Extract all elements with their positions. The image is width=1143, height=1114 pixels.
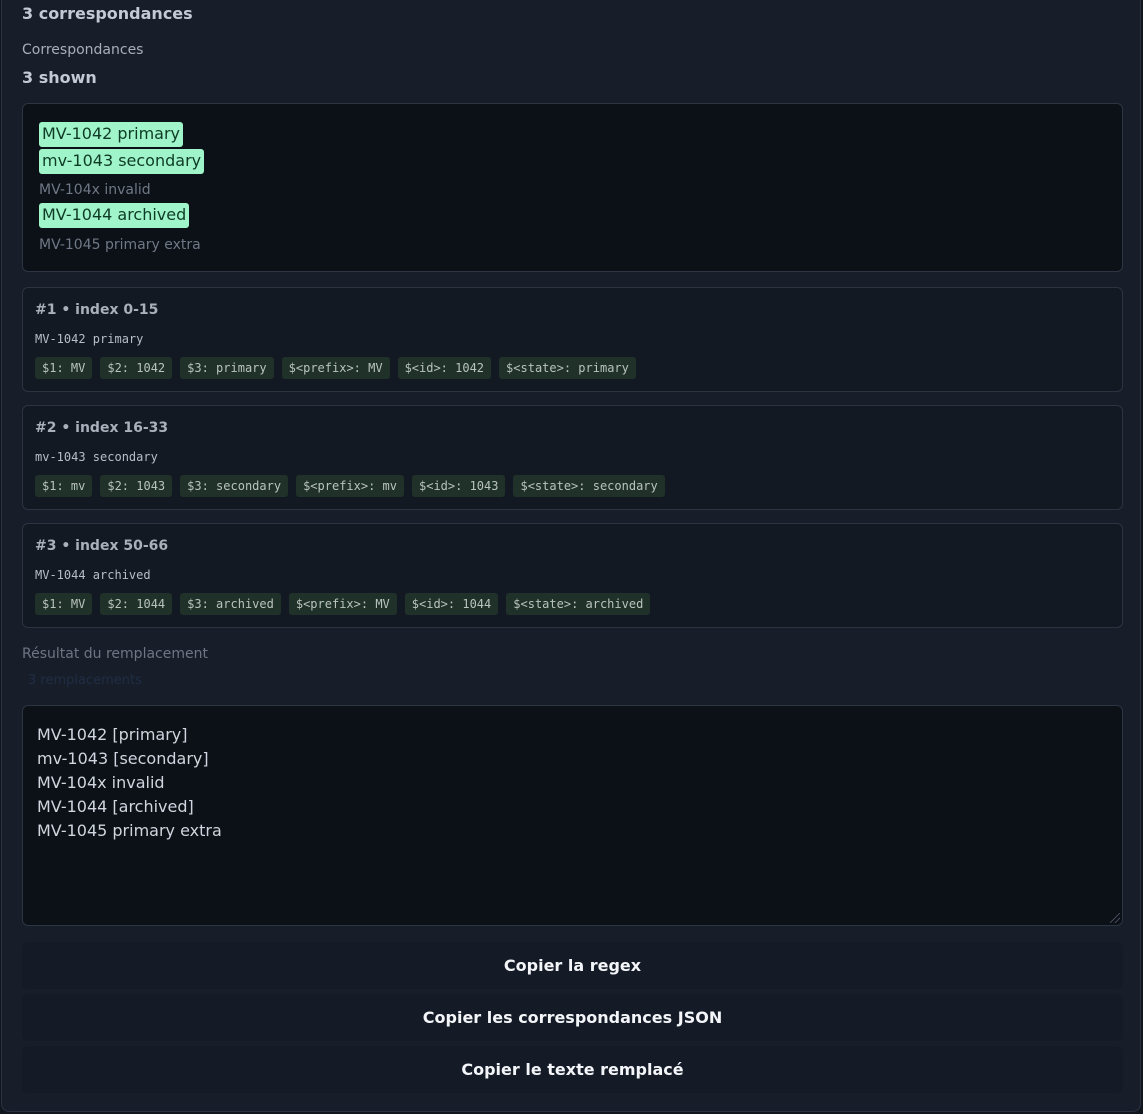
capture-groups: $1: mv $2: 1043 $3: secondary $<prefix>:…: [35, 475, 665, 497]
capture-group-chip: $<prefix>: MV: [288, 593, 397, 615]
match-count-summary: 3 correspondances: [22, 4, 193, 23]
capture-group-chip: $<id>: 1042: [397, 357, 492, 379]
copy-replaced-text-button[interactable]: Copier le texte remplacé: [22, 1046, 1123, 1093]
capture-groups: $1: MV $2: 1044 $3: archived $<prefix>: …: [35, 593, 651, 615]
replacement-count-note: 3 remplacements: [28, 673, 142, 688]
match-card: #1 • index 0-15 MV-1042 primary $1: MV $…: [22, 287, 1123, 392]
capture-group-chip: $2: 1044: [100, 593, 173, 615]
capture-group-chip: $<state>: archived: [506, 593, 651, 615]
capture-group-chip: $<prefix>: mv: [296, 475, 404, 497]
capture-group-chip: $<state>: secondary: [513, 475, 665, 497]
highlighted-preview: MV-1042 primary mv-1043 secondary MV-104…: [22, 103, 1123, 272]
copy-matches-json-button[interactable]: Copier les correspondances JSON: [22, 994, 1123, 1041]
capture-group-chip: $3: secondary: [180, 475, 289, 497]
replacement-output-textarea[interactable]: MV-1042 [primary] mv-1043 [secondary] MV…: [22, 705, 1123, 926]
match-text: MV-1042 primary: [35, 332, 144, 346]
capture-group-chip: $1: mv: [35, 475, 93, 497]
match-header: #3 • index 50-66: [35, 538, 169, 554]
preview-line: MV-104x invalid: [39, 182, 151, 198]
preview-line: MV-1042 primary: [39, 122, 184, 147]
match-header: #1 • index 0-15: [35, 302, 159, 318]
match-text: mv-1043 secondary: [35, 450, 158, 464]
capture-group-chip: $1: MV: [35, 593, 93, 615]
capture-group-chip: $3: primary: [180, 357, 274, 379]
capture-group-chip: $1: MV: [35, 357, 93, 379]
replacement-line: mv-1043 [secondary]: [37, 749, 209, 768]
capture-group-chip: $<id>: 1043: [412, 475, 506, 497]
capture-group-chip: $2: 1043: [100, 475, 173, 497]
capture-group-chip: $<id>: 1044: [404, 593, 499, 615]
replacement-line: MV-1045 primary extra: [37, 821, 222, 840]
capture-group-chip: $<prefix>: MV: [281, 357, 390, 379]
replacement-line: MV-104x invalid: [37, 773, 165, 792]
capture-group-chip: $3: archived: [180, 593, 281, 615]
capture-groups: $1: MV $2: 1042 $3: primary $<prefix>: M…: [35, 357, 636, 379]
results-panel: 3 correspondances Correspondances 3 show…: [1, 0, 1141, 1112]
matches-shown-count: 3 shown: [22, 68, 97, 87]
capture-group-chip: $<state>: primary: [499, 357, 636, 379]
resize-handle-icon[interactable]: [1110, 913, 1120, 923]
match-header: #2 • index 16-33: [35, 420, 169, 436]
replacement-result-label: Résultat du remplacement: [22, 646, 208, 662]
preview-line: MV-1044 archived: [39, 203, 190, 228]
replacement-line: MV-1042 [primary]: [37, 725, 188, 744]
replacement-line: MV-1044 [archived]: [37, 797, 194, 816]
capture-group-chip: $2: 1042: [100, 357, 173, 379]
matches-section-label: Correspondances: [22, 42, 144, 58]
match-card: #3 • index 50-66 MV-1044 archived $1: MV…: [22, 523, 1123, 628]
match-text: MV-1044 archived: [35, 568, 151, 582]
preview-line: mv-1043 secondary: [39, 149, 205, 174]
preview-line: MV-1045 primary extra: [39, 237, 201, 253]
match-card: #2 • index 16-33 mv-1043 secondary $1: m…: [22, 405, 1123, 510]
copy-regex-button[interactable]: Copier la regex: [22, 942, 1123, 989]
